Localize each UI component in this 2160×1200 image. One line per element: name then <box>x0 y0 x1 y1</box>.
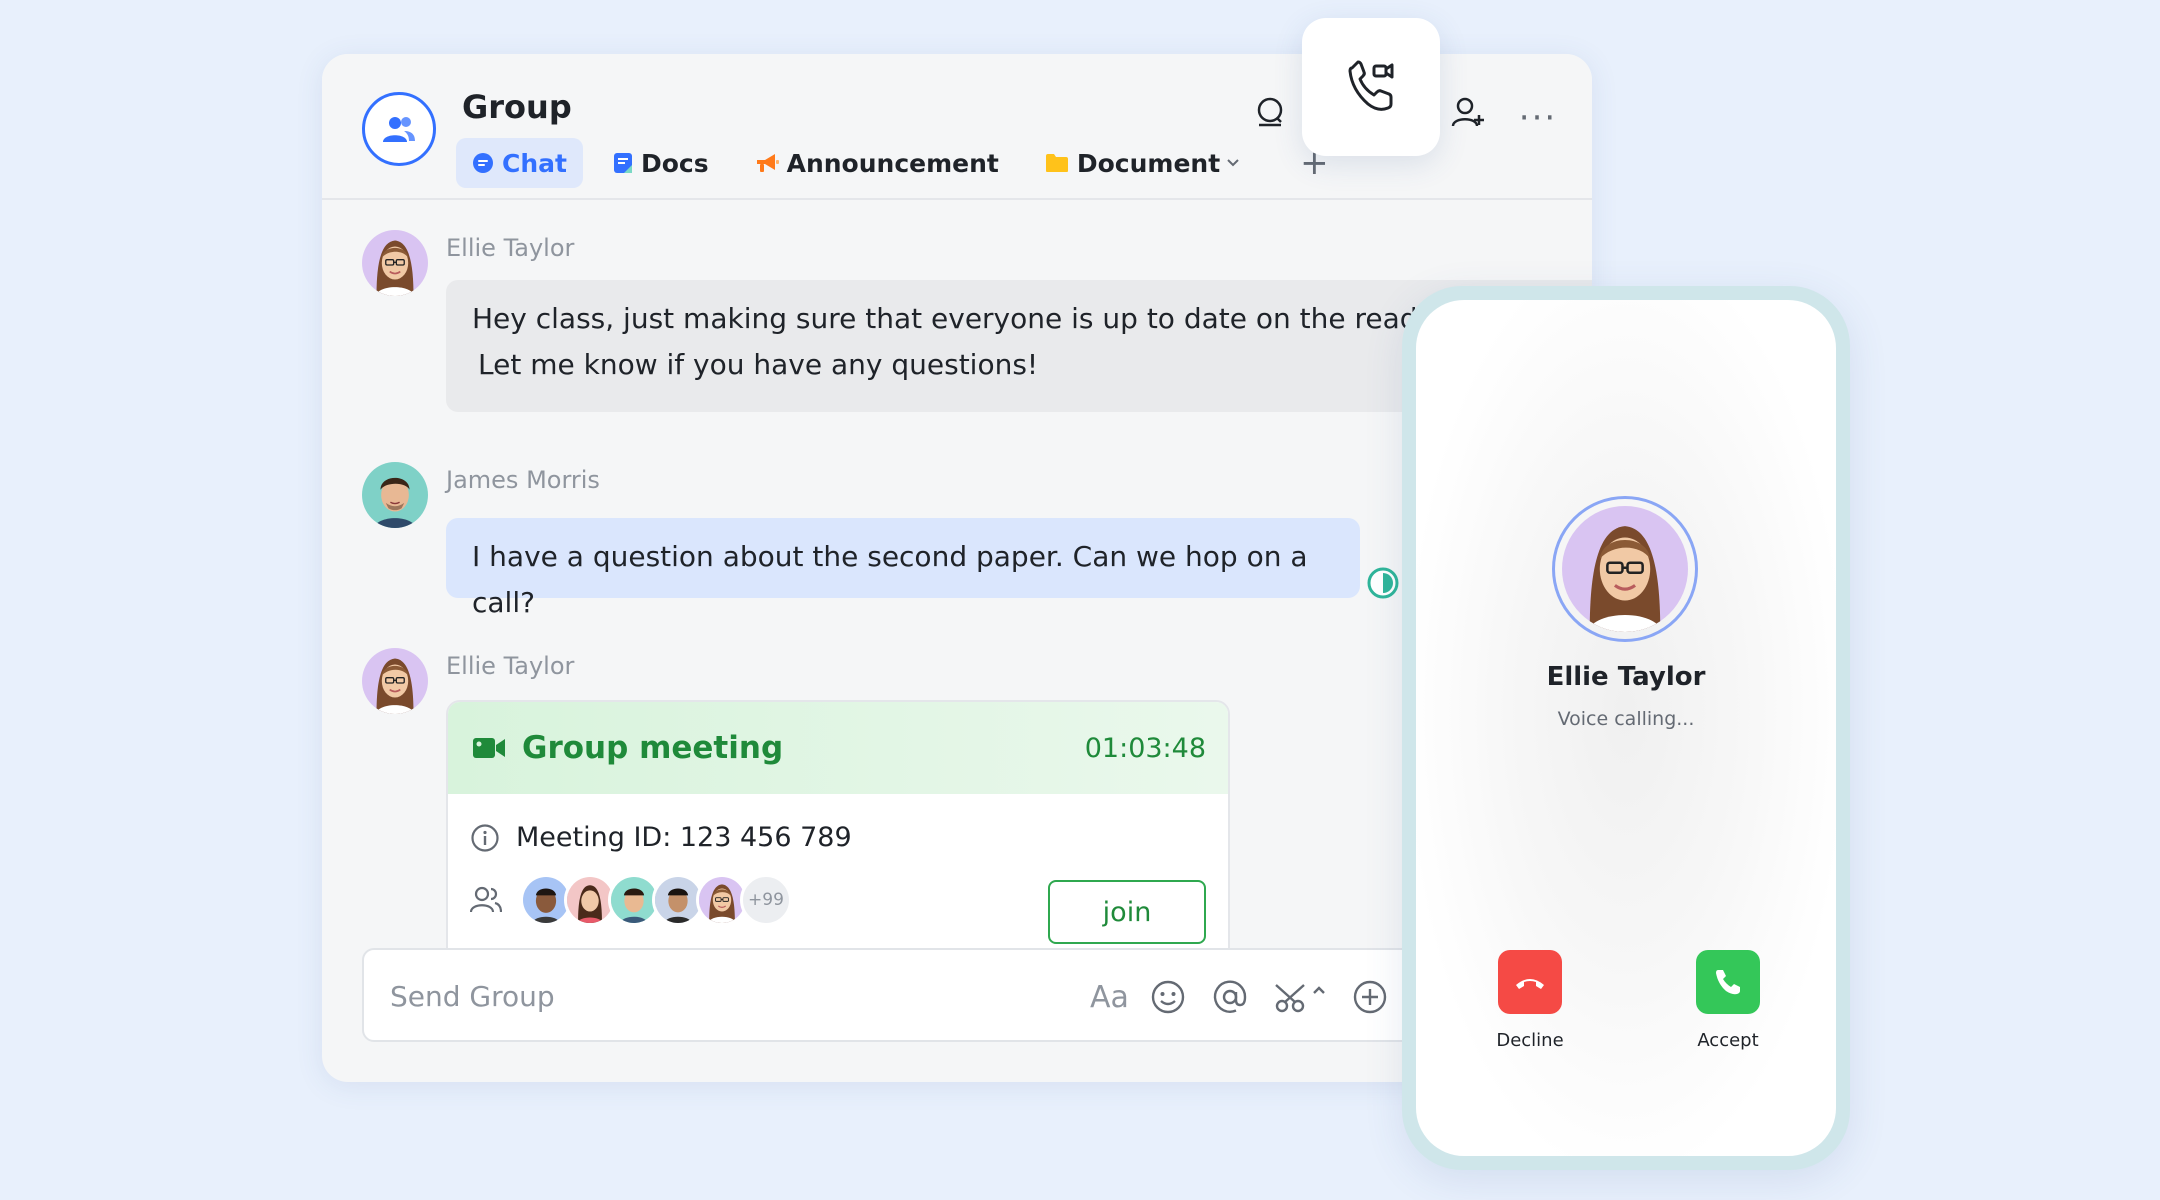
tab-chat-label: Chat <box>502 148 567 178</box>
more-participants-badge: +99 <box>740 874 792 926</box>
folder-icon <box>1045 153 1069 173</box>
accept-label: Accept <box>1697 1030 1759 1051</box>
message-input[interactable] <box>388 970 992 1022</box>
message-composer: Aa <box>362 948 1582 1042</box>
participant-avatars[interactable]: +99 <box>520 874 792 926</box>
tab-document[interactable]: Document <box>1029 138 1256 188</box>
tab-docs-label: Docs <box>640 148 709 178</box>
hang-up-icon <box>1514 973 1546 991</box>
call-status: Voice calling... <box>1557 708 1695 730</box>
join-button[interactable]: join <box>1048 880 1206 944</box>
video-camera-icon <box>472 735 506 761</box>
search-icon[interactable] <box>1248 90 1292 134</box>
docs-icon <box>613 152 633 174</box>
info-icon <box>470 823 500 853</box>
more-options-icon[interactable]: ··· <box>1510 96 1566 140</box>
meeting-id: Meeting ID: 123 456 789 <box>516 822 852 853</box>
meeting-card-header: Group meeting 01:03:48 <box>448 702 1228 794</box>
megaphone-icon <box>755 152 779 174</box>
message-text: I have a question about the second paper… <box>472 540 1308 619</box>
phone-screen: Ellie Taylor Voice calling... Decline Ac… <box>1416 300 1836 1156</box>
decline-label: Decline <box>1496 1030 1564 1051</box>
caller-name: Ellie Taylor <box>1546 662 1706 692</box>
participants-row: +99 <box>470 874 792 926</box>
caller-avatar <box>1562 506 1688 632</box>
tab-document-label: Document <box>1076 148 1221 178</box>
read-receipt-icon <box>1366 566 1400 604</box>
mention-icon[interactable] <box>1212 974 1248 1020</box>
avatar[interactable] <box>362 462 428 528</box>
incoming-call-panel: Ellie Taylor Voice calling... Decline Ac… <box>1402 286 1850 1170</box>
meeting-title: Group meeting <box>522 730 784 766</box>
chevron-down-icon <box>1226 158 1240 168</box>
avatar[interactable] <box>362 230 428 296</box>
tab-bar: Chat Docs Announcement Document + <box>456 138 1329 188</box>
sender-name: Ellie Taylor <box>446 234 575 262</box>
tab-chat[interactable]: Chat <box>456 138 583 188</box>
accept-call-button[interactable] <box>1696 950 1760 1014</box>
phone-video-icon <box>1344 60 1398 114</box>
add-circle-icon[interactable] <box>1352 974 1388 1020</box>
sender-name: James Morris <box>446 466 600 494</box>
chat-bubble-icon <box>472 152 494 174</box>
message-bubble[interactable]: I have a question about the second paper… <box>446 518 1360 619</box>
group-title: Group <box>462 88 572 126</box>
tab-announcement-label: Announcement <box>786 148 999 178</box>
tab-docs[interactable]: Docs <box>597 138 725 188</box>
group-avatar-icon[interactable] <box>362 92 436 166</box>
scissors-icon[interactable] <box>1274 974 1328 1020</box>
sender-name: Ellie Taylor <box>446 652 575 680</box>
meeting-id-row: Meeting ID: 123 456 789 <box>470 822 852 853</box>
participants-icon <box>470 886 502 914</box>
video-call-button[interactable] <box>1302 18 1440 156</box>
avatar[interactable] <box>362 648 428 714</box>
meeting-duration: 01:03:48 <box>1084 732 1206 764</box>
emoji-icon[interactable] <box>1150 974 1186 1020</box>
text-format-icon[interactable]: Aa <box>1090 974 1129 1020</box>
decline-call-button[interactable] <box>1498 950 1562 1014</box>
tab-announcement[interactable]: Announcement <box>739 138 1015 188</box>
caller-avatar-ring <box>1552 496 1698 642</box>
phone-icon <box>1713 967 1743 997</box>
add-member-icon[interactable] <box>1446 90 1490 134</box>
